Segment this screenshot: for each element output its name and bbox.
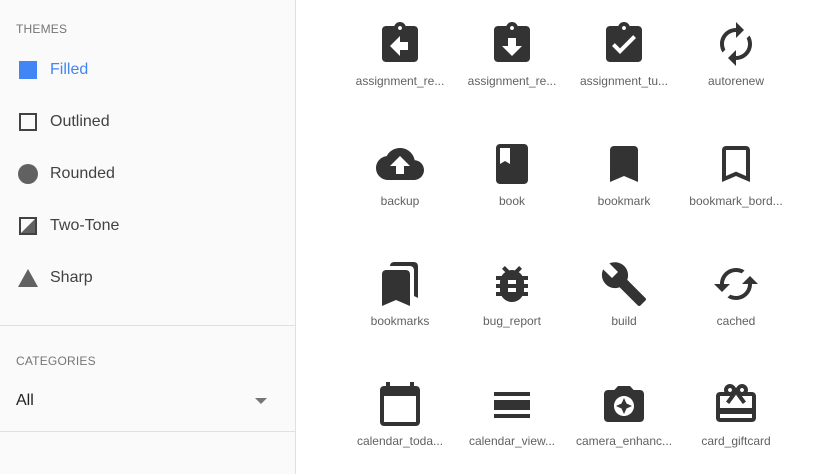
rounded-circle-icon xyxy=(16,162,40,186)
icon-tile-label: assignment_re... xyxy=(355,74,445,88)
icon-tile-label: assignment_re... xyxy=(467,74,557,88)
icon-tile-calendar-today[interactable]: calendar_toda... xyxy=(344,376,456,474)
icon-tile-label: bookmark xyxy=(597,194,651,208)
icon-tile-label: autorenew xyxy=(707,74,765,88)
calendar-today-icon xyxy=(380,382,420,426)
bug-report-icon xyxy=(496,266,528,302)
book-icon xyxy=(496,144,528,184)
icon-tile-backup[interactable]: backup xyxy=(344,136,456,256)
divider xyxy=(0,431,295,432)
backup-icon xyxy=(376,148,424,180)
icon-tile-label: camera_enhanc... xyxy=(575,434,673,448)
icon-tile-book[interactable]: book xyxy=(456,136,568,256)
bookmark-border-icon xyxy=(722,146,750,182)
arrow-drop-down-icon xyxy=(249,389,273,413)
icon-tile-calendar-view-day[interactable]: calendar_view... xyxy=(456,376,568,474)
icon-tile-label: bug_report xyxy=(482,314,542,328)
filled-square-icon xyxy=(16,58,40,82)
sidebar: THEMES Filled Outlined Rounded Two-Tone xyxy=(0,0,296,474)
assignment-returned-icon xyxy=(494,22,530,62)
theme-item-rounded[interactable]: Rounded xyxy=(0,148,295,200)
theme-item-sharp[interactable]: Sharp xyxy=(0,252,295,304)
theme-item-outlined[interactable]: Outlined xyxy=(0,96,295,148)
calendar-view-day-icon xyxy=(494,392,530,418)
icon-tile-cached[interactable]: cached xyxy=(680,256,792,376)
icon-tile-label: backup xyxy=(380,194,420,208)
autorenew-icon xyxy=(720,22,752,66)
icon-tile-assignment-turned-in[interactable]: assignment_tu... xyxy=(568,16,680,136)
categories-heading: CATEGORIES xyxy=(16,354,96,368)
icon-tile-label: bookmark_bord... xyxy=(689,194,783,208)
icon-tile-bookmark[interactable]: bookmark xyxy=(568,136,680,256)
icon-grid: assignment_re... assignment_re... assign… xyxy=(344,16,792,474)
icon-tile-label: book xyxy=(498,194,526,208)
theme-item-label: Sharp xyxy=(50,269,93,286)
theme-item-label: Outlined xyxy=(50,113,110,130)
icon-tile-label: assignment_tu... xyxy=(579,74,669,88)
themes-heading: THEMES xyxy=(16,22,68,36)
icon-tile-card-giftcard[interactable]: card_giftcard xyxy=(680,376,792,474)
icon-tile-autorenew[interactable]: autorenew xyxy=(680,16,792,136)
theme-item-label: Filled xyxy=(50,61,89,78)
theme-item-filled[interactable]: Filled xyxy=(0,44,295,96)
icon-tile-label: calendar_view... xyxy=(468,434,556,448)
category-select-value: All xyxy=(16,392,34,409)
icon-tile-camera-enhance[interactable]: camera_enhanc... xyxy=(568,376,680,474)
theme-item-label: Rounded xyxy=(50,165,115,182)
category-select[interactable]: All xyxy=(0,378,295,424)
two-tone-icon xyxy=(16,214,40,238)
icon-tile-label: cached xyxy=(716,314,756,328)
theme-item-two-tone[interactable]: Two-Tone xyxy=(0,200,295,252)
assignment-turned-in-icon xyxy=(606,22,642,62)
icon-tile-label: calendar_toda... xyxy=(356,434,444,448)
icon-tile-label: bookmarks xyxy=(370,314,430,328)
camera-enhance-icon xyxy=(604,386,644,422)
theme-item-label: Two-Tone xyxy=(50,217,120,234)
outlined-square-icon xyxy=(16,110,40,134)
icon-tile-assignment-return[interactable]: assignment_re... xyxy=(344,16,456,136)
icon-tile-label: build xyxy=(611,314,637,328)
assignment-return-icon xyxy=(382,22,418,62)
cached-icon xyxy=(714,268,758,300)
sharp-triangle-icon xyxy=(16,266,40,290)
bookmarks-icon xyxy=(382,262,418,306)
card-giftcard-icon xyxy=(716,384,756,422)
divider xyxy=(0,325,295,326)
icon-tile-build[interactable]: build xyxy=(568,256,680,376)
icon-tile-label: card_giftcard xyxy=(701,434,771,448)
icon-tile-bug-report[interactable]: bug_report xyxy=(456,256,568,376)
icon-tile-assignment-returned[interactable]: assignment_re... xyxy=(456,16,568,136)
icon-tile-bookmark-border[interactable]: bookmark_bord... xyxy=(680,136,792,256)
bookmark-icon xyxy=(610,146,638,182)
build-icon xyxy=(601,262,646,306)
icon-tile-bookmarks[interactable]: bookmarks xyxy=(344,256,456,376)
